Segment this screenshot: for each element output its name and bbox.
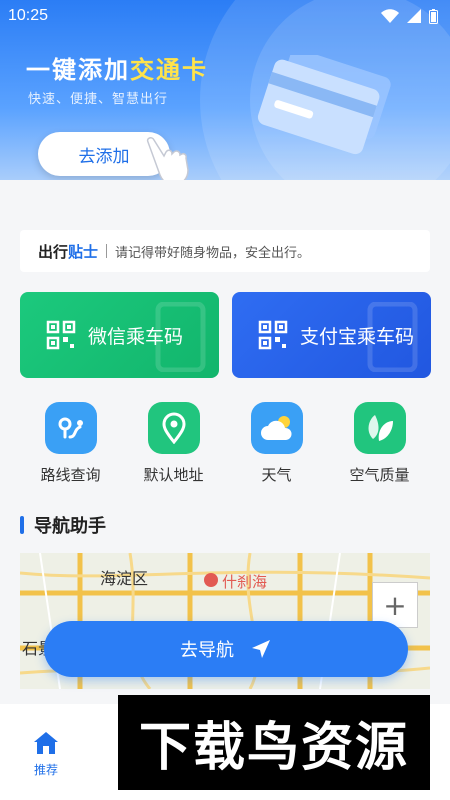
status-icons (381, 8, 438, 24)
route-icon (44, 402, 97, 454)
tip-title: 出行贴士 (38, 242, 99, 261)
battery-icon (429, 8, 438, 24)
section-accent-bar (20, 516, 24, 534)
wechat-ride-code-button[interactable]: 微信乘车码 (20, 292, 219, 378)
banner-subtitle: 快速、便捷、智慧出行 (28, 92, 169, 107)
quick-action-label: 空气质量 (349, 466, 410, 484)
status-time: 10:25 (8, 7, 49, 24)
quick-action-air-quality[interactable]: 空气质量 (328, 402, 431, 485)
quick-action-label: 默认地址 (143, 466, 204, 484)
leaf-icon (353, 402, 406, 454)
quick-action-route[interactable]: 路线查询 (19, 402, 122, 485)
start-navigation-button[interactable]: 去导航 (44, 621, 408, 677)
map-label: 什刹海 (222, 573, 268, 591)
quick-action-label: 天气 (261, 466, 292, 484)
phone-watermark-icon (367, 302, 418, 372)
banner-title: 一键添加交通卡 (26, 57, 208, 84)
navigation-section-header: 导航助手 (20, 512, 106, 538)
tip-text: 请记得带好随身物品，安全出行。 (115, 245, 311, 261)
qr-code-icon (46, 320, 76, 350)
wifi-icon (381, 9, 399, 23)
start-navigation-label: 去导航 (180, 640, 234, 661)
watermark-overlay: 下载鸟资源 (118, 695, 430, 790)
quick-action-weather[interactable]: 天气 (225, 402, 328, 485)
section-title: 导航助手 (34, 516, 106, 537)
map-poi-icon (204, 573, 218, 587)
quick-action-default-address[interactable]: 默认地址 (122, 402, 225, 485)
map-label: 海淀区 (100, 569, 149, 588)
pointing-hand-icon (146, 137, 189, 180)
quick-action-label: 路线查询 (40, 466, 101, 484)
home-icon (34, 732, 58, 754)
location-pin-icon (147, 402, 200, 454)
tab-home-label: 推荐 (33, 763, 58, 777)
tab-home[interactable]: 推荐 (22, 731, 70, 778)
weather-icon (250, 402, 303, 454)
quick-actions: 路线查询 默认地址 天气 空气质量 (0, 402, 450, 485)
travel-tip-bar: 出行贴士 请记得带好随身物品，安全出行。 (20, 230, 430, 272)
status-bar: 10:25 (0, 0, 450, 32)
cell-signal-icon (407, 9, 421, 23)
send-arrow-icon (252, 640, 270, 658)
alipay-ride-code-button[interactable]: 支付宝乘车码 (232, 292, 431, 378)
transit-cards-illustration (257, 55, 391, 155)
tip-divider (106, 244, 108, 258)
phone-watermark-icon (155, 302, 206, 372)
qr-code-icon (258, 320, 288, 350)
